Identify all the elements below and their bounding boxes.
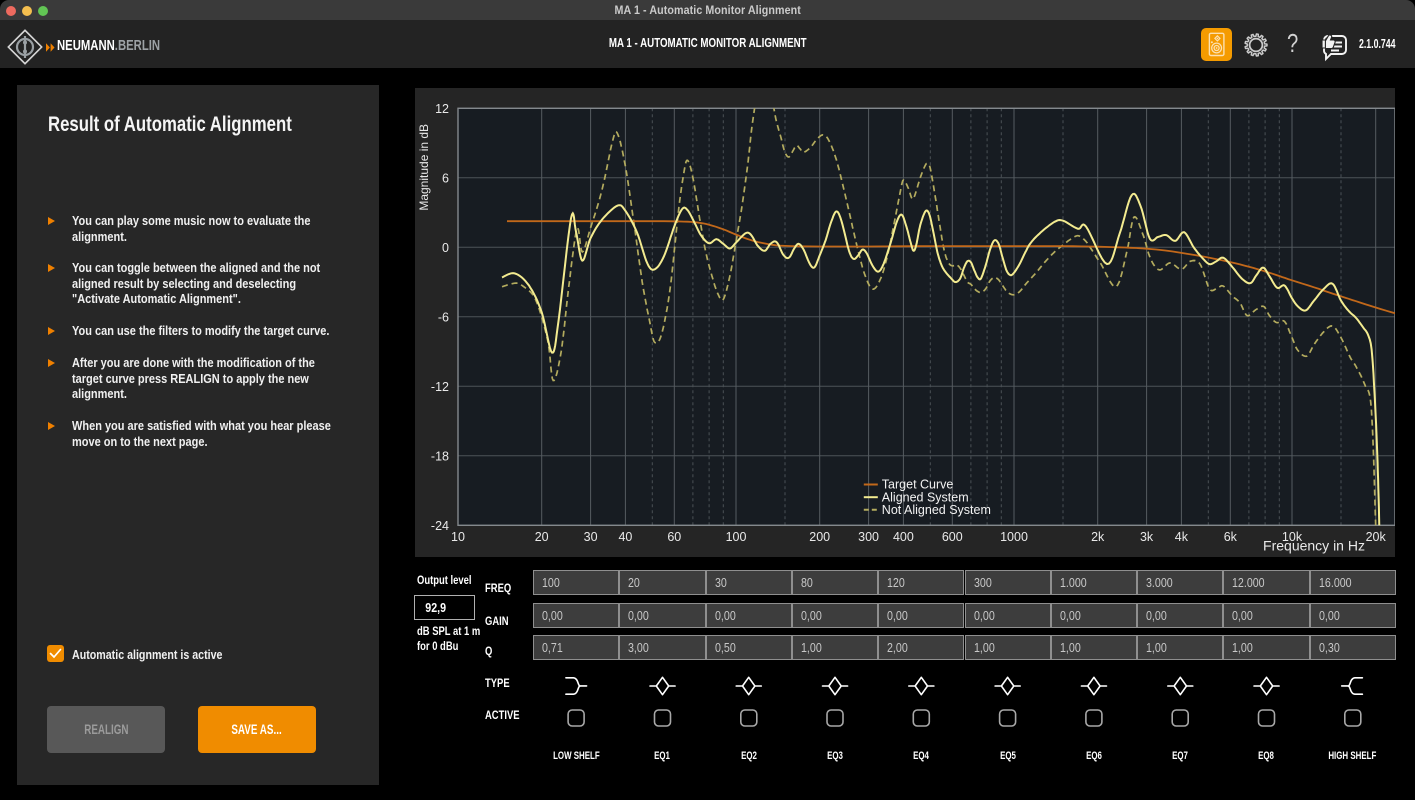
svg-text:4k: 4k <box>1175 530 1189 544</box>
svg-text:200: 200 <box>809 530 830 544</box>
svg-text:0: 0 <box>442 241 449 255</box>
svg-text:400: 400 <box>893 530 914 544</box>
svg-text:10: 10 <box>451 530 465 544</box>
svg-text:-24: -24 <box>431 519 449 533</box>
svg-text:30: 30 <box>584 530 598 544</box>
svg-text:Magnitude in dB: Magnitude in dB <box>417 124 431 211</box>
svg-text:3k: 3k <box>1140 530 1154 544</box>
svg-text:100: 100 <box>726 530 747 544</box>
svg-text:2k: 2k <box>1091 530 1105 544</box>
svg-text:20k: 20k <box>1366 530 1387 544</box>
svg-text:600: 600 <box>942 530 963 544</box>
svg-text:6: 6 <box>442 171 449 185</box>
svg-text:-18: -18 <box>431 449 449 463</box>
svg-text:60: 60 <box>667 530 681 544</box>
svg-text:Not Aligned System: Not Aligned System <box>882 503 991 517</box>
svg-text:1000: 1000 <box>1000 530 1028 544</box>
svg-text:6k: 6k <box>1224 530 1238 544</box>
svg-text:40: 40 <box>618 530 632 544</box>
svg-text:300: 300 <box>858 530 879 544</box>
svg-text:20: 20 <box>535 530 549 544</box>
svg-text:Frequency in Hz: Frequency in Hz <box>1263 538 1365 554</box>
svg-text:-12: -12 <box>431 380 449 394</box>
svg-text:-6: -6 <box>438 310 449 324</box>
svg-text:12: 12 <box>435 102 449 116</box>
